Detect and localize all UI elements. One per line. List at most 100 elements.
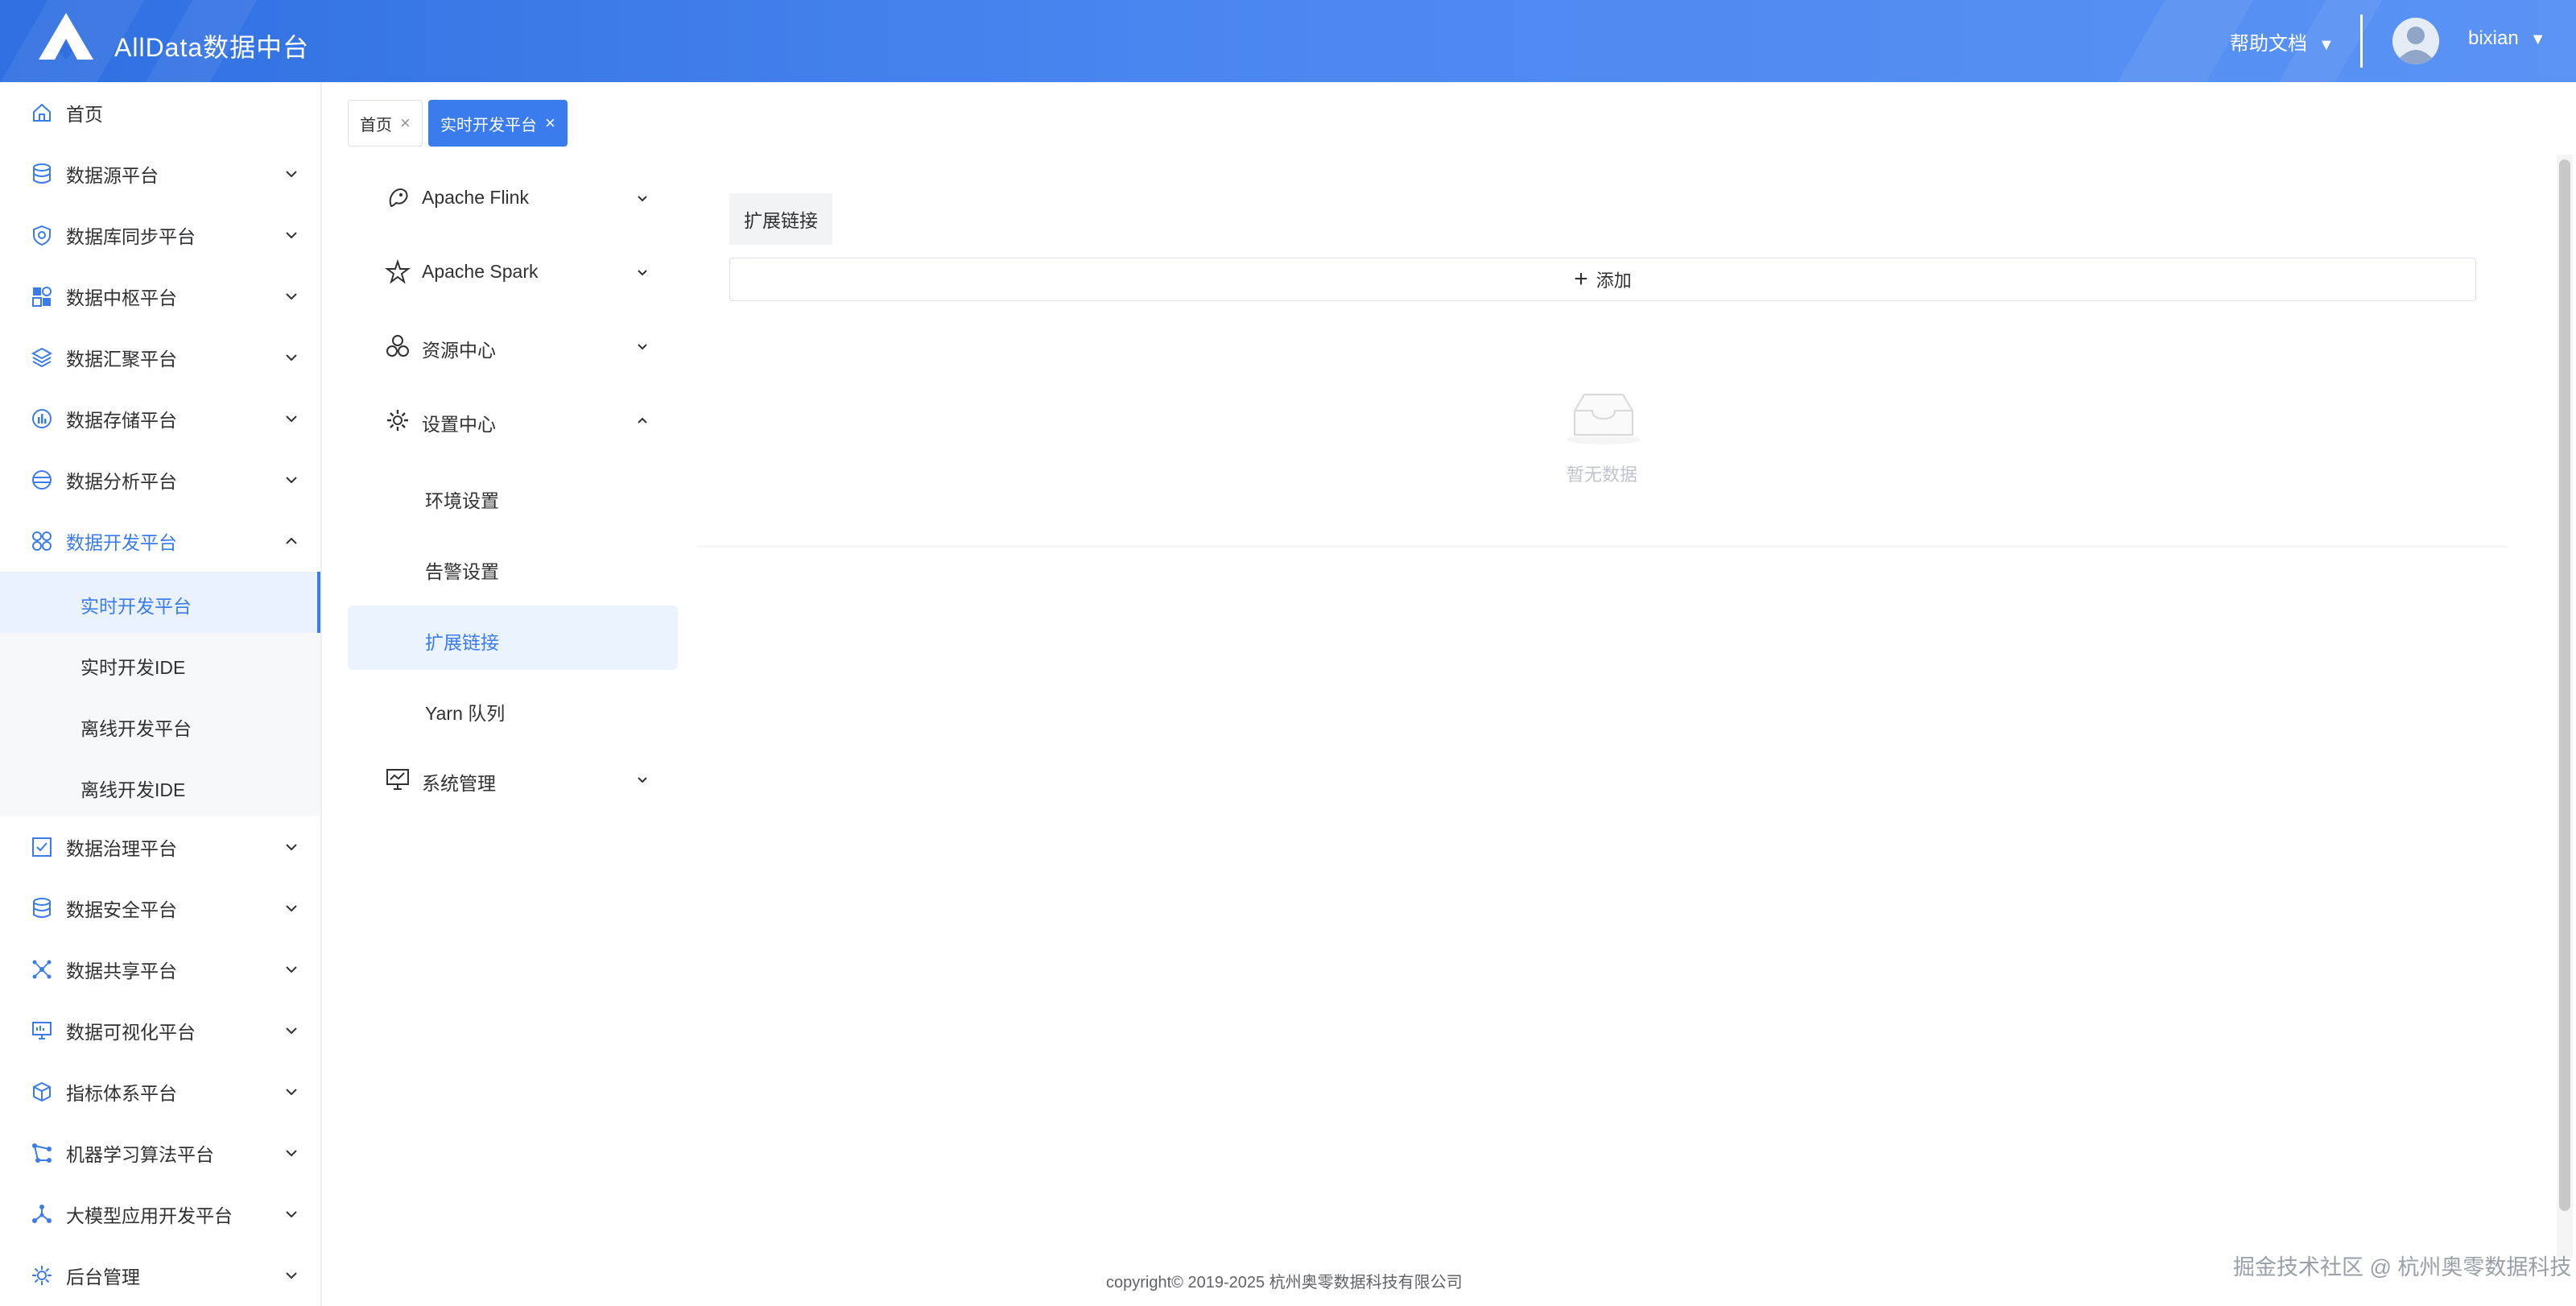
chevron-down-icon bbox=[286, 966, 297, 973]
chevron-up-icon bbox=[286, 537, 297, 544]
inner-submenu-extension-links[interactable]: 扩展链接 bbox=[348, 605, 678, 670]
chevron-down-icon bbox=[286, 354, 297, 362]
settings-gear-icon bbox=[32, 1266, 52, 1285]
chevron-down-icon bbox=[286, 415, 297, 423]
sidebar-item-label: 数据源平台 bbox=[66, 165, 159, 186]
sidebar-item-machine-learning[interactable]: 机器学习算法平台 bbox=[0, 1122, 320, 1184]
sidebar-item-data-hub[interactable]: 数据中枢平台 bbox=[0, 266, 320, 327]
app-logo-icon[interactable] bbox=[37, 10, 95, 61]
sidebar-item-label: 数据开发平台 bbox=[66, 532, 177, 553]
grid-four-icon bbox=[32, 531, 52, 551]
inner-submenu-label: 告警设置 bbox=[425, 561, 499, 582]
blocks-icon bbox=[32, 287, 52, 307]
sidebar-item-data-visualization[interactable]: 数据可视化平台 bbox=[0, 1000, 320, 1061]
inner-menu-apache-flink[interactable]: Apache Flink bbox=[348, 166, 678, 230]
tab-realtime-platform[interactable]: 实时开发平台 × bbox=[428, 100, 568, 147]
caret-down-icon: ▼ bbox=[2529, 31, 2546, 48]
add-button-label: 添加 bbox=[1596, 271, 1632, 291]
watermark: 掘金技术社区 @ 杭州奥零数据科技 bbox=[2233, 1255, 2572, 1279]
help-docs-dropdown[interactable]: 帮助文档 ▼ bbox=[2230, 27, 2334, 56]
spark-star-icon bbox=[385, 259, 411, 284]
inner-menu-apache-spark[interactable]: Apache Spark bbox=[348, 240, 678, 304]
database-icon bbox=[33, 163, 51, 184]
sidebar-subitem-realtime-ide[interactable]: 实时开发IDE bbox=[0, 633, 320, 694]
monitor-icon bbox=[32, 1022, 52, 1039]
sidebar-item-llm-dev[interactable]: 大模型应用开发平台 bbox=[0, 1184, 320, 1245]
chevron-down-icon bbox=[286, 477, 297, 484]
sidebar-item-admin[interactable]: 后台管理 bbox=[0, 1245, 320, 1306]
gear-icon bbox=[387, 410, 408, 431]
sidebar-item-label: 机器学习算法平台 bbox=[66, 1144, 214, 1165]
chevron-down-icon bbox=[638, 270, 647, 276]
flink-squirrel-icon bbox=[389, 188, 408, 208]
inner-menu-system-management[interactable]: 系统管理 bbox=[348, 747, 678, 812]
inner-submenu-alert-settings[interactable]: 告警设置 bbox=[348, 535, 678, 599]
chevron-down-icon bbox=[638, 344, 647, 350]
empty-inbox-icon bbox=[1567, 394, 1641, 444]
avatar-person-icon bbox=[2392, 18, 2439, 64]
copyright-footer: copyright© 2019-2025 杭州奥零数据科技有限公司 bbox=[1106, 1274, 1463, 1292]
inner-menu-settings-center[interactable]: 设置中心 bbox=[348, 388, 678, 453]
app-title[interactable]: AllData数据中台 bbox=[114, 27, 309, 64]
chevron-down-icon bbox=[286, 171, 297, 178]
share-network-icon bbox=[32, 960, 52, 979]
content-divider bbox=[697, 546, 2508, 548]
chevron-down-icon bbox=[286, 293, 297, 300]
sidebar-item-label: 大模型应用开发平台 bbox=[66, 1205, 233, 1226]
sidebar-item-label: 数据治理平台 bbox=[66, 838, 177, 859]
inner-menu-label: 设置中心 bbox=[422, 414, 496, 435]
inner-menu-resource-center[interactable]: 资源中心 bbox=[348, 314, 678, 378]
sidebar-subitem-realtime-platform[interactable]: 实时开发平台 bbox=[0, 572, 320, 633]
user-menu-dropdown[interactable]: bixian ▼ bbox=[2468, 27, 2546, 50]
sidebar-item-data-security[interactable]: 数据安全平台 bbox=[0, 878, 320, 939]
sidebar-item-label: 数据共享平台 bbox=[66, 961, 177, 982]
empty-state-text: 暂无数据 bbox=[1567, 465, 1638, 485]
sidebar-item-data-storage[interactable]: 数据存储平台 bbox=[0, 388, 320, 449]
user-avatar-icon[interactable] bbox=[2392, 18, 2439, 64]
sidebar-item-home[interactable]: 首页 bbox=[0, 82, 320, 143]
sidebar-item-data-aggregation[interactable]: 数据汇聚平台 bbox=[0, 327, 320, 388]
chevron-down-icon bbox=[286, 844, 297, 851]
chevron-down-icon bbox=[286, 232, 297, 239]
close-icon[interactable]: × bbox=[400, 113, 411, 134]
header-divider bbox=[2360, 14, 2363, 68]
chevron-down-icon bbox=[286, 1089, 297, 1096]
inner-submenu-yarn-queue[interactable]: Yarn 队列 bbox=[348, 676, 678, 741]
sidebar-item-datasource[interactable]: 数据源平台 bbox=[0, 143, 320, 205]
sidebar-item-data-analysis[interactable]: 数据分析平台 bbox=[0, 449, 320, 510]
sidebar-item-data-development[interactable]: 数据开发平台 bbox=[0, 510, 320, 572]
sidebar-item-data-sharing[interactable]: 数据共享平台 bbox=[0, 939, 320, 1000]
help-docs-label: 帮助文档 bbox=[2230, 33, 2307, 55]
inner-menu-label: Apache Flink bbox=[422, 187, 529, 208]
sync-shield-icon bbox=[33, 225, 51, 246]
top-header: AllData数据中台 帮助文档 ▼ bixian ▼ bbox=[0, 0, 2576, 82]
tab-label: 首页 bbox=[360, 116, 392, 134]
sidebar-subitem-label: 实时开发平台 bbox=[80, 596, 192, 617]
inner-submenu-env-settings[interactable]: 环境设置 bbox=[348, 464, 678, 528]
sidebar-item-metrics[interactable]: 指标体系平台 bbox=[0, 1061, 320, 1122]
inner-submenu-label: 环境设置 bbox=[425, 490, 499, 511]
scrollbar-thumb[interactable] bbox=[2559, 159, 2570, 1211]
nodes-icon bbox=[32, 1205, 52, 1223]
database-icon bbox=[33, 898, 51, 918]
sidebar: 首页 数据源平台 数据库同步平台 数据中枢平台 数据汇聚平台 数据存储平台 数据… bbox=[0, 82, 322, 1306]
chevron-down-icon bbox=[638, 777, 647, 783]
sidebar-subitem-label: 实时开发IDE bbox=[80, 657, 186, 678]
inner-menu-label: Apache Spark bbox=[422, 261, 539, 282]
sidebar-subitem-offline-ide[interactable]: 离线开发IDE bbox=[0, 755, 320, 816]
inner-menu-label: 系统管理 bbox=[422, 773, 496, 794]
sidebar-item-label: 数据分析平台 bbox=[66, 471, 177, 492]
sidebar-item-db-sync[interactable]: 数据库同步平台 bbox=[0, 205, 320, 266]
sidebar-subitem-offline-platform[interactable]: 离线开发平台 bbox=[0, 694, 320, 755]
tab-home[interactable]: 首页 × bbox=[348, 100, 423, 147]
sidebar-item-label: 数据库同步平台 bbox=[66, 226, 196, 247]
home-icon bbox=[33, 103, 51, 122]
add-button[interactable]: + 添加 bbox=[729, 258, 2476, 301]
sidebar-subitem-label: 离线开发IDE bbox=[80, 779, 186, 800]
caret-down-icon: ▼ bbox=[2318, 36, 2334, 54]
sidebar-item-data-governance[interactable]: 数据治理平台 bbox=[0, 816, 320, 878]
inner-submenu-label: 扩展链接 bbox=[425, 632, 499, 653]
analysis-globe-icon bbox=[32, 470, 52, 490]
sidebar-item-label: 后台管理 bbox=[66, 1267, 140, 1287]
close-icon[interactable]: × bbox=[545, 113, 555, 134]
